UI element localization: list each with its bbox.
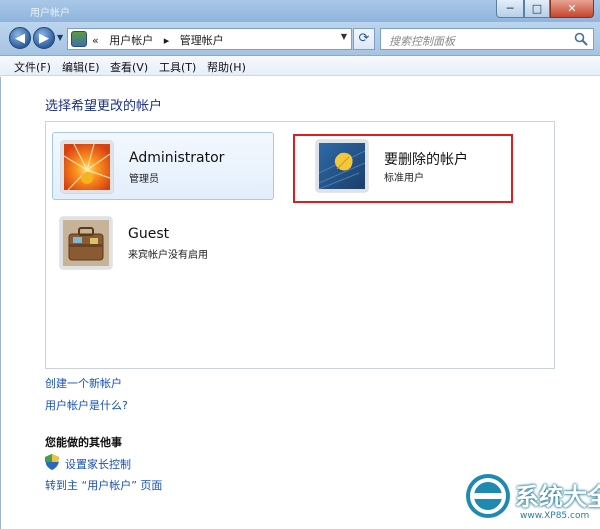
suitcase-avatar-icon: [60, 217, 112, 269]
breadcrumb-manage-accounts[interactable]: 管理帐户: [180, 34, 224, 47]
window-title: 用户帐户: [30, 8, 70, 19]
flower-avatar-icon: [61, 141, 113, 193]
account-type: 来宾帐户没有启用: [128, 250, 208, 261]
control-panel-icon: [71, 31, 87, 47]
page-title: 选择希望更改的帐户: [45, 99, 163, 114]
menu-view[interactable]: 查看(V): [110, 59, 148, 75]
breadcrumb: « 用户帐户 ▸ 管理帐户: [92, 32, 231, 48]
create-account-link[interactable]: 创建一个新帐户: [45, 375, 122, 391]
menu-file[interactable]: 文件(F): [14, 59, 51, 75]
menu-bar: 文件(F) 编辑(E) 查看(V) 工具(T) 帮助(H): [0, 56, 600, 76]
watermark: 系统大全 www.XP85.com: [463, 471, 600, 529]
minimize-button[interactable]: ─: [496, 0, 524, 18]
watermark-logo-icon: [466, 474, 510, 518]
shield-icon: [45, 454, 59, 470]
forward-button[interactable]: ▶: [33, 27, 55, 49]
account-type: 管理员: [129, 174, 159, 185]
what-is-user-account-link[interactable]: 用户帐户是什么?: [45, 397, 128, 413]
search-icon[interactable]: [574, 32, 588, 46]
close-button[interactable]: ✕: [550, 0, 594, 18]
navigation-bar: ◀ ▶ ▼ « 用户帐户 ▸ 管理帐户 ▼ ⟳ 搜索控制面板: [0, 22, 600, 56]
parental-controls-link[interactable]: 设置家长控制: [65, 456, 131, 472]
address-dropdown-icon[interactable]: ▼: [341, 32, 347, 41]
window-controls: ─ □ ✕: [496, 0, 594, 18]
recent-pages-chevron-icon[interactable]: ▼: [57, 34, 65, 42]
watermark-url: www.XP85.com: [520, 511, 590, 521]
account-tile-administrator[interactable]: Administrator 管理员: [52, 132, 274, 200]
breadcrumb-separator-icon[interactable]: ▸: [164, 34, 170, 47]
menu-tools[interactable]: 工具(T): [159, 59, 196, 75]
breadcrumb-user-accounts[interactable]: 用户帐户: [109, 34, 153, 47]
watermark-text: 系统大全: [515, 483, 600, 511]
search-input[interactable]: 搜索控制面板: [389, 33, 455, 49]
breadcrumb-overflow[interactable]: «: [92, 34, 99, 47]
refresh-button[interactable]: ⟳: [353, 28, 375, 50]
back-button[interactable]: ◀: [9, 27, 31, 49]
menu-help[interactable]: 帮助(H): [207, 59, 246, 75]
highlight-box: [293, 134, 513, 203]
other-tasks-heading: 您能做的其他事: [45, 436, 122, 449]
search-box[interactable]: 搜索控制面板: [380, 28, 594, 50]
go-to-main-user-accounts-link[interactable]: 转到主 “用户帐户” 页面: [45, 477, 162, 493]
maximize-button[interactable]: □: [524, 0, 550, 18]
account-name: Guest: [128, 226, 170, 242]
menu-edit[interactable]: 编辑(E): [62, 59, 100, 75]
account-tile-guest[interactable]: Guest 来宾帐户没有启用: [52, 209, 274, 277]
title-bar: 用户帐户 ─ □ ✕: [0, 0, 600, 22]
account-name: Administrator: [129, 150, 225, 166]
address-bar[interactable]: « 用户帐户 ▸ 管理帐户 ▼: [67, 28, 352, 50]
